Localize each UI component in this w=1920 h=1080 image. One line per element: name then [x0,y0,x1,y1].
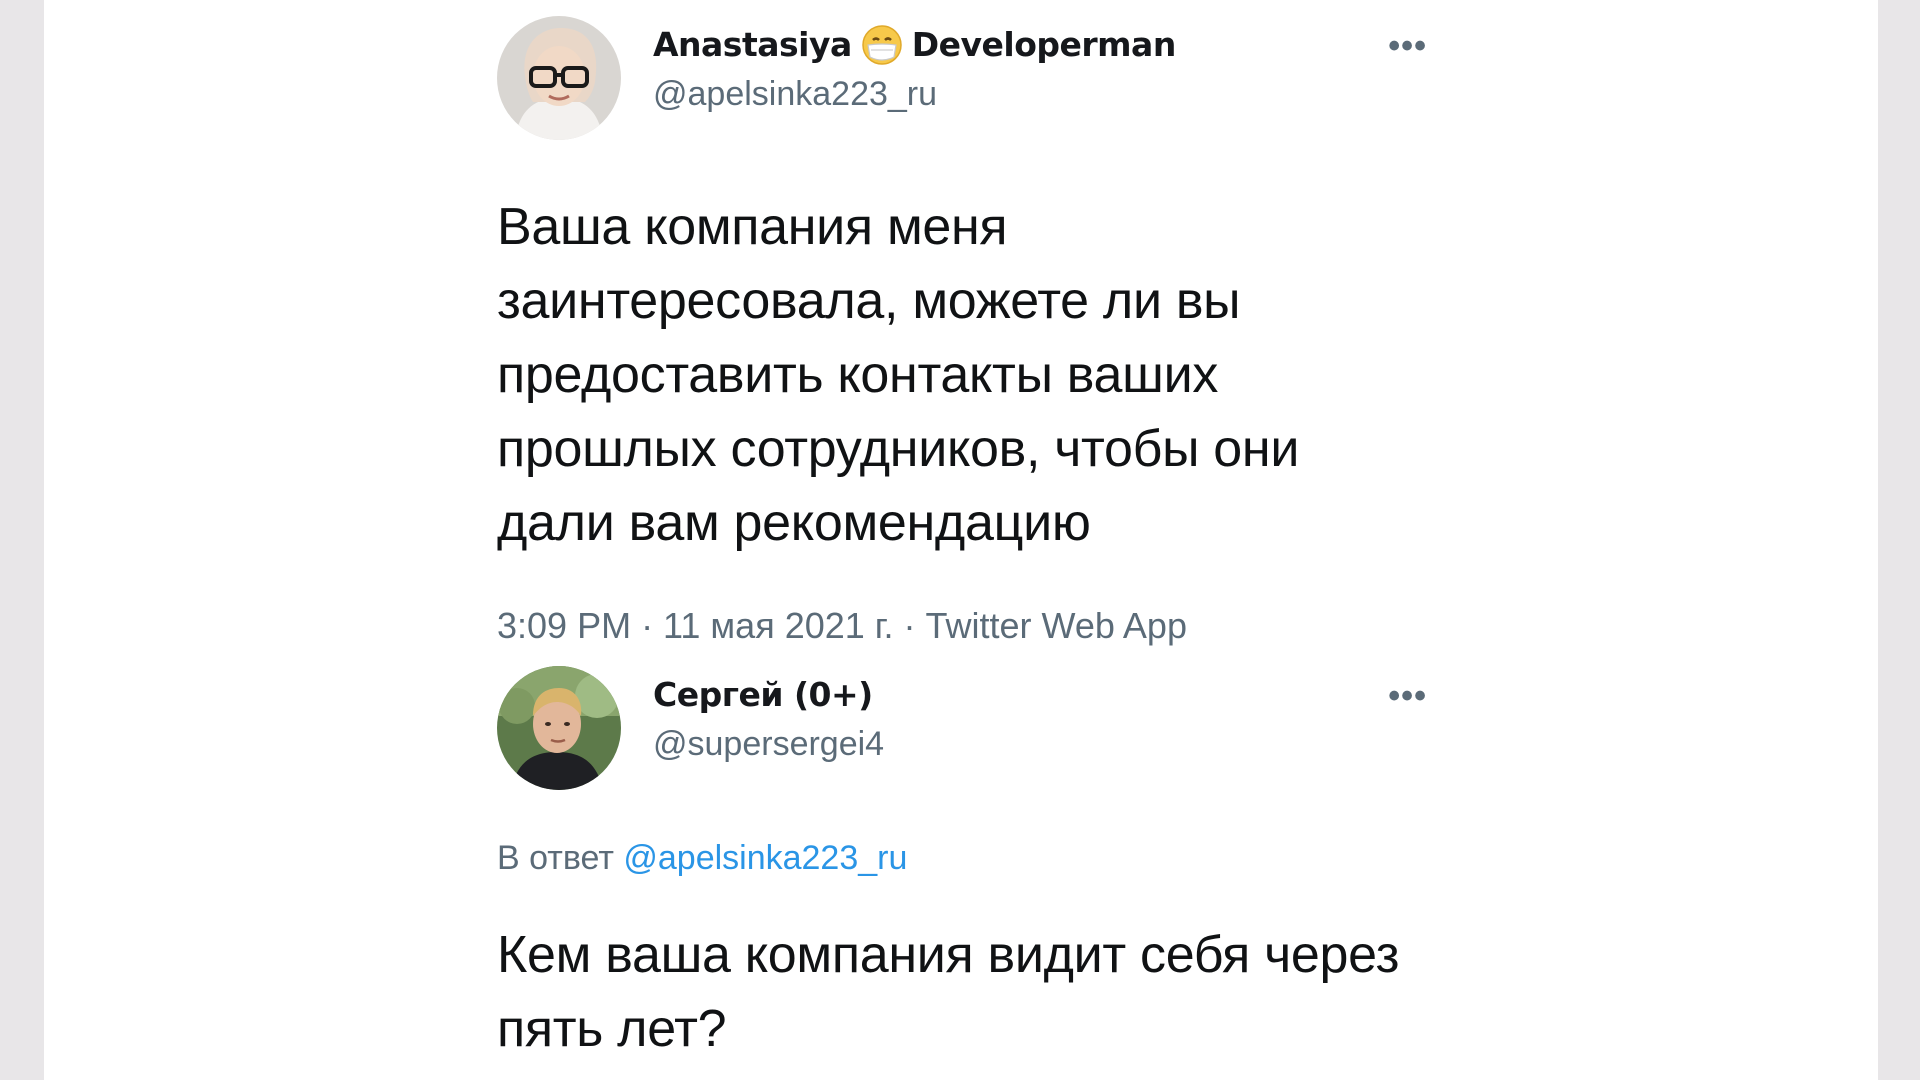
reply-to-line: В ответ @apelsinka223_ru [497,836,1437,880]
avatar-image [497,16,621,140]
tweet-timestamp[interactable]: 3:09 PM · 11 мая 2021 г. · Twitter Web A… [497,604,1437,648]
user-handle[interactable]: @supersergei4 [653,722,884,766]
name-block: Сергей (0+) @supersergei4 [653,672,884,766]
name-block: Anastasiya Developerman @apelsinka223_ru [653,22,1176,116]
tweet-reply: Сергей (0+) @supersergei4 ••• В ответ @a… [497,666,1437,1066]
display-name-suffix: Developerman [911,25,1177,64]
more-options-icon[interactable]: ••• [1388,679,1427,713]
avatar-anastasiya[interactable] [497,16,621,140]
tweet-header: Anastasiya Developerman @apelsinka223_ru… [497,16,1437,140]
display-name[interactable]: Anastasiya Developerman [653,22,1176,68]
reply-mention-link[interactable]: @apelsinka223_ru [623,839,907,877]
mask-face-emoji-icon [860,23,904,67]
reply-prefix: В ответ [497,839,614,877]
tweet-body: Ваша компания меня заинтересовала, может… [497,198,1300,552]
avatar-sergei[interactable] [497,666,621,790]
display-name-first: Anastasiya [653,25,852,64]
right-margin [1878,0,1920,1080]
left-margin [0,0,44,1080]
avatar-image [497,666,621,790]
tweet-original: Anastasiya Developerman @apelsinka223_ru… [497,16,1437,648]
tweet-body: Кем ваша компания видит себя через пять … [497,926,1400,1058]
display-name-text: Сергей (0+) [653,675,873,714]
display-name[interactable]: Сергей (0+) [653,672,884,718]
tweet-header: Сергей (0+) @supersergei4 ••• [497,666,1437,790]
more-options-icon[interactable]: ••• [1388,29,1427,63]
user-handle[interactable]: @apelsinka223_ru [653,72,1176,116]
